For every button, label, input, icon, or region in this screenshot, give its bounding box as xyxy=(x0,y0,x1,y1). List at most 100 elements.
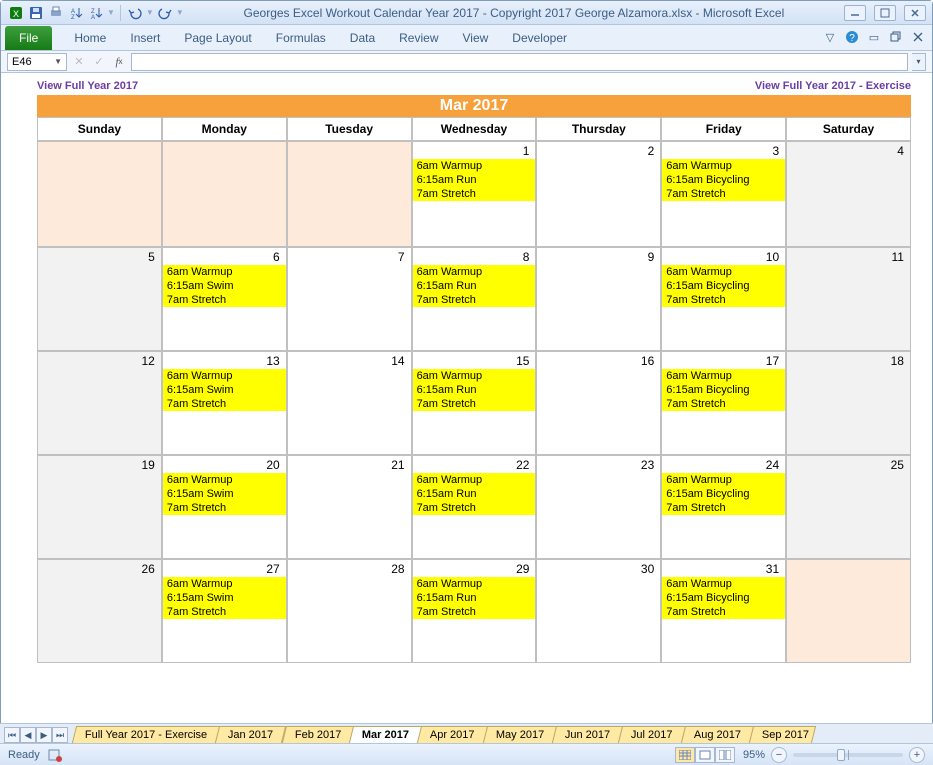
calendar-cell[interactable]: 25 xyxy=(786,455,911,559)
zoom-out-button[interactable]: − xyxy=(771,747,787,763)
day-number: 22 xyxy=(516,458,529,472)
sheet-tab[interactable]: Jan 2017 xyxy=(215,726,287,743)
calendar-cell[interactable]: 21 xyxy=(287,455,412,559)
redo-icon[interactable] xyxy=(156,4,174,22)
calendar-cell[interactable]: 86am Warmup6:15am Run7am Stretch xyxy=(412,247,537,351)
calendar-cell[interactable] xyxy=(287,141,412,247)
sheet-tab[interactable]: Jul 2017 xyxy=(618,726,686,743)
tab-nav-next-icon[interactable]: ▶ xyxy=(36,727,52,743)
ribbon-tab-view[interactable]: View xyxy=(451,26,501,50)
view-normal-icon[interactable] xyxy=(675,747,695,763)
tab-nav-last-icon[interactable]: ⏭ xyxy=(52,727,68,743)
chevron-down-icon[interactable]: ▼ xyxy=(54,57,62,66)
sheet-tab[interactable]: Jun 2017 xyxy=(552,726,624,743)
calendar-cell[interactable]: 246am Warmup6:15am Bicycling7am Stretch xyxy=(661,455,786,559)
macro-record-icon[interactable] xyxy=(48,748,62,762)
calendar-cell[interactable]: 66am Warmup6:15am Swim7am Stretch xyxy=(162,247,287,351)
ribbon-tab-insert[interactable]: Insert xyxy=(118,26,172,50)
view-page-break-icon[interactable] xyxy=(715,747,735,763)
link-full-year-exercise[interactable]: View Full Year 2017 - Exercise xyxy=(755,80,911,92)
sort-asc-icon[interactable]: AZ xyxy=(67,4,85,22)
calendar-cell[interactable] xyxy=(37,141,162,247)
tab-nav-prev-icon[interactable]: ◀ xyxy=(20,727,36,743)
calendar-cell[interactable]: 19 xyxy=(37,455,162,559)
calendar-cell[interactable]: 7 xyxy=(287,247,412,351)
workout-entry: 6am Warmup xyxy=(413,159,536,173)
maximize-button[interactable] xyxy=(874,5,896,21)
formula-expand-icon[interactable]: ▾ xyxy=(912,53,926,71)
calendar-cell[interactable]: 5 xyxy=(37,247,162,351)
undo-icon[interactable] xyxy=(126,4,144,22)
sheet-tab[interactable]: Sep 2017 xyxy=(749,726,816,743)
sheet-tab[interactable]: Aug 2017 xyxy=(681,726,754,743)
sheet-tab[interactable]: May 2017 xyxy=(483,726,558,743)
sheet-tab[interactable]: Full Year 2017 - Exercise xyxy=(72,726,221,743)
tab-nav-first-icon[interactable]: ⏮ xyxy=(4,727,20,743)
calendar-cell[interactable]: 16am Warmup6:15am Run7am Stretch xyxy=(412,141,537,247)
ribbon-tab-home[interactable]: Home xyxy=(62,26,118,50)
calendar-cell[interactable]: 18 xyxy=(786,351,911,455)
calendar-cell[interactable]: 16 xyxy=(536,351,661,455)
cancel-icon[interactable]: ✕ xyxy=(71,54,87,70)
workbook-close-icon[interactable] xyxy=(910,29,926,45)
calendar-cell[interactable]: 226am Warmup6:15am Run7am Stretch xyxy=(412,455,537,559)
calendar-cell[interactable]: 23 xyxy=(536,455,661,559)
help-icon[interactable]: ? xyxy=(844,29,860,45)
workout-entry: 6:15am Bicycling xyxy=(662,487,785,501)
calendar-cell[interactable]: 106am Warmup6:15am Bicycling7am Stretch xyxy=(661,247,786,351)
calendar-cell[interactable]: 9 xyxy=(536,247,661,351)
calendar-cell[interactable]: 276am Warmup6:15am Swim7am Stretch xyxy=(162,559,287,663)
calendar-weeks: 16am Warmup6:15am Run7am Stretch236am Wa… xyxy=(37,141,911,663)
formula-input[interactable] xyxy=(131,53,908,71)
sort-desc-icon[interactable]: ZA xyxy=(87,4,105,22)
workbook-minimize-icon[interactable]: ▭ xyxy=(866,29,882,45)
sheet-tab[interactable]: Feb 2017 xyxy=(281,726,354,743)
calendar-cell[interactable]: 296am Warmup6:15am Run7am Stretch xyxy=(412,559,537,663)
workout-entry: 7am Stretch xyxy=(662,397,785,411)
calendar-cell[interactable]: 30 xyxy=(536,559,661,663)
calendar-cell[interactable]: 28 xyxy=(287,559,412,663)
calendar-cell[interactable]: 156am Warmup6:15am Run7am Stretch xyxy=(412,351,537,455)
calendar-cell[interactable] xyxy=(786,559,911,663)
workout-entry: 7am Stretch xyxy=(413,501,536,515)
zoom-in-button[interactable]: + xyxy=(909,747,925,763)
save-icon[interactable] xyxy=(27,4,45,22)
ribbon-tab-file[interactable]: File xyxy=(5,26,52,50)
calendar-cell[interactable]: 4 xyxy=(786,141,911,247)
name-box[interactable]: E46▼ xyxy=(7,53,67,71)
fx-icon[interactable]: fx xyxy=(111,54,127,70)
workout-entry: 7am Stretch xyxy=(163,293,286,307)
calendar-cell[interactable]: 176am Warmup6:15am Bicycling7am Stretch xyxy=(661,351,786,455)
ribbon-tab-review[interactable]: Review xyxy=(387,26,450,50)
calendar-cell[interactable]: 206am Warmup6:15am Swim7am Stretch xyxy=(162,455,287,559)
ribbon-tab-page-layout[interactable]: Page Layout xyxy=(172,26,263,50)
day-number: 3 xyxy=(772,144,779,158)
ribbon-minimize-icon[interactable]: ▽ xyxy=(822,29,838,45)
ribbon-tab-formulas[interactable]: Formulas xyxy=(264,26,338,50)
calendar-cell[interactable]: 316am Warmup6:15am Bicycling7am Stretch xyxy=(661,559,786,663)
sheet-tab[interactable]: Mar 2017 xyxy=(349,726,422,743)
day-number: 6 xyxy=(273,250,280,264)
sheet-tab[interactable]: Apr 2017 xyxy=(417,726,488,743)
day-header: Wednesday xyxy=(412,117,537,141)
workbook-restore-icon[interactable] xyxy=(888,29,904,45)
calendar-cell[interactable] xyxy=(162,141,287,247)
calendar-cell[interactable]: 2 xyxy=(536,141,661,247)
calendar-cell[interactable]: 14 xyxy=(287,351,412,455)
close-button[interactable] xyxy=(904,5,926,21)
minimize-button[interactable] xyxy=(844,5,866,21)
ribbon-tab-data[interactable]: Data xyxy=(338,26,387,50)
zoom-level[interactable]: 95% xyxy=(743,749,765,761)
calendar-cell[interactable]: 12 xyxy=(37,351,162,455)
zoom-slider[interactable] xyxy=(793,753,903,757)
enter-icon[interactable]: ✓ xyxy=(91,54,107,70)
calendar-cell[interactable]: 36am Warmup6:15am Bicycling7am Stretch xyxy=(661,141,786,247)
calendar-cell[interactable]: 11 xyxy=(786,247,911,351)
calendar-cell[interactable]: 136am Warmup6:15am Swim7am Stretch xyxy=(162,351,287,455)
calendar-cell[interactable]: 26 xyxy=(37,559,162,663)
print-preview-icon[interactable] xyxy=(47,4,65,22)
ribbon-tab-developer[interactable]: Developer xyxy=(500,26,579,50)
link-full-year[interactable]: View Full Year 2017 xyxy=(37,80,138,92)
view-page-layout-icon[interactable] xyxy=(695,747,715,763)
excel-icon[interactable]: X xyxy=(7,4,25,22)
